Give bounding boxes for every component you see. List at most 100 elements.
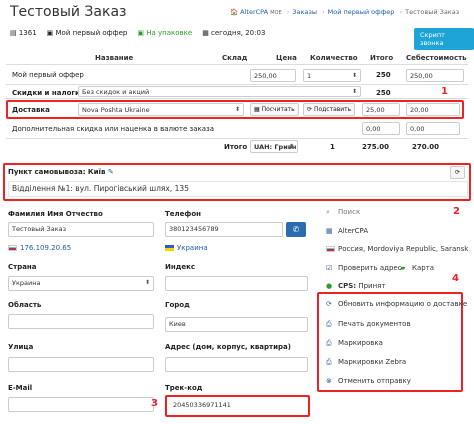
apply-button[interactable]: ⟳ Подставить <box>303 103 356 116</box>
street-input[interactable] <box>8 357 154 372</box>
fio-label: Фамилия Имя Отчество <box>8 210 103 218</box>
russia-flag-icon <box>8 245 17 251</box>
zebra-icon: ⎙ <box>326 358 332 366</box>
footer-cost: 270.00 <box>412 143 440 151</box>
pickup-label: Пункт самовывоза: Київ ✎ <box>8 168 114 176</box>
phone-icon: ✆ <box>292 225 300 234</box>
product-cost-input[interactable]: 250,00 <box>406 69 464 82</box>
call-button[interactable]: ✆ <box>286 222 306 237</box>
footer-total-label: Итого <box>224 143 248 151</box>
product-qty-select[interactable]: 1 <box>303 69 361 82</box>
col-price: Цена <box>276 54 297 62</box>
product-total: 250 <box>376 71 391 79</box>
breadcrumb: 🏠 AlterCPA MOE › Заказы › Мой первый оффер… <box>230 8 460 16</box>
region-input[interactable] <box>8 314 154 329</box>
col-warehouse: Склад <box>222 54 248 62</box>
tag-icon: ⎙ <box>326 339 332 347</box>
breadcrumb-home-suffix: MOE <box>270 10 282 16</box>
check-address-link[interactable]: ☑ Проверить адрес <box>326 264 402 272</box>
extra-label: Дополнительная скидка или наценка в валю… <box>12 125 215 133</box>
zebra-labels-link[interactable]: ⎙ Маркировки Zebra <box>326 358 406 367</box>
refresh-icon: ⟳ <box>455 169 461 176</box>
phone-input[interactable]: 380123456789 <box>165 222 283 237</box>
ukraine-flag-icon <box>165 245 174 251</box>
map-icon: ▰ <box>400 264 406 272</box>
discounts-total: 250 <box>376 89 391 97</box>
sidebar-geo: Россия, Mordoviya Republic, Saransk <box>326 245 468 253</box>
address-label: Адрес (дом, корпус, квартира) <box>165 343 291 351</box>
labeling-link[interactable]: ⎙ Маркировка <box>326 339 383 348</box>
offer-icon: ▣ <box>46 29 56 37</box>
order-info-bar: ▤ 1361 ▣ Мой первый оффер ▣ На упаковке … <box>10 29 265 37</box>
page-title: Тестовый Заказ <box>10 4 127 20</box>
check-icon: ☑ <box>326 264 333 272</box>
delivery-cost-input[interactable]: 20,00 <box>406 103 460 116</box>
delivery-label: Доставка <box>12 106 50 114</box>
sidebar-search[interactable]: ⌕ Поиск <box>326 208 360 217</box>
pickup-refresh-button[interactable]: ⟳ <box>450 166 466 179</box>
breadcrumb-orders[interactable]: Заказы <box>292 8 317 16</box>
edit-icon[interactable]: ✎ <box>108 168 114 176</box>
cancel-shipment-link[interactable]: ⊗ Отменить отправку <box>326 377 411 385</box>
discount-select[interactable]: Без скидок и акций <box>78 86 361 97</box>
home-icon[interactable]: 🏠 <box>230 8 238 16</box>
update-delivery-info-link[interactable]: ⟳ Обновить информацию о доставке <box>326 300 467 308</box>
track-input[interactable]: 20450336971141 <box>170 399 305 413</box>
order-date: ▦ сегодня, 20:03 <box>202 29 266 37</box>
city-input[interactable]: Киев <box>165 317 308 332</box>
calendar-icon: ▦ <box>202 29 212 37</box>
annotation-1: 1 <box>441 86 448 97</box>
refresh-icon: ⟳ <box>326 300 332 308</box>
delivery-service-select[interactable]: Nova Poshta Ukraine <box>78 103 244 116</box>
building-icon: ▦ <box>326 227 333 235</box>
product-name: Мой первый оффер <box>12 71 84 79</box>
order-status: ▣ На упаковке <box>137 29 193 37</box>
annotation-3: 3 <box>151 398 158 409</box>
id-card-icon: ▤ <box>10 29 19 37</box>
currency-select[interactable]: UAH: Гривн <box>250 140 298 153</box>
pickup-point-input[interactable]: Відділення №1: вул. Пирогівський шлях, 1… <box>8 181 468 197</box>
email-label: E-Mail <box>8 384 33 392</box>
callback-script-button[interactable]: Скрипт звонка <box>414 28 474 50</box>
fio-input[interactable]: Тестовый Заказ <box>8 222 154 237</box>
map-link[interactable]: ▰ Карта <box>400 264 434 272</box>
cancel-icon: ⊗ <box>326 377 332 385</box>
phone-label: Телефон <box>165 210 201 218</box>
extra-price-input[interactable]: 0,00 <box>362 122 400 135</box>
annotation-4: 4 <box>452 273 459 284</box>
search-icon: ⌕ <box>326 208 330 216</box>
footer-qty: 1 <box>330 143 335 151</box>
annotation-2: 2 <box>453 206 460 217</box>
status-icon: ▣ <box>137 29 147 37</box>
cps-icon: ● <box>326 282 333 290</box>
ip-address[interactable]: 176.109.20.65 <box>8 244 71 252</box>
breadcrumb-home[interactable]: AlterCPA <box>240 8 268 16</box>
region-label: Область <box>8 301 42 309</box>
city-label: Город <box>165 301 190 309</box>
cps-status: ● CPS: Принят <box>326 282 386 290</box>
breadcrumb-offer[interactable]: Мой первый оффер <box>328 8 395 16</box>
print-documents-link[interactable]: ⎙ Печать документов <box>326 320 411 329</box>
email-input[interactable] <box>8 397 154 412</box>
product-price-input[interactable]: 250,00 <box>250 69 296 82</box>
sidebar-company: ▦ AlterCPA <box>326 227 369 235</box>
print-icon: ⎙ <box>326 320 332 328</box>
discounts-label: Скидки и налоги <box>12 89 80 97</box>
breadcrumb-current: Тестовый Заказ <box>405 8 460 16</box>
order-offer: ▣ Мой первый оффер <box>46 29 128 37</box>
track-label: Трек-код <box>165 384 203 392</box>
delivery-price-input[interactable]: 25,00 <box>362 103 400 116</box>
index-input[interactable] <box>165 276 308 291</box>
col-cost: Себестоимость <box>406 54 467 62</box>
calculator-icon: ▦ <box>254 106 262 113</box>
street-label: Улица <box>8 343 34 351</box>
refresh-icon: ⟳ <box>307 106 314 113</box>
calculate-button[interactable]: ▦ Посчитать <box>250 103 299 116</box>
col-name: Название <box>95 54 134 62</box>
address-input[interactable] <box>165 357 308 372</box>
country-select[interactable]: Украина <box>8 276 154 291</box>
footer-total: 275.00 <box>362 143 390 151</box>
col-qty: Количество <box>310 54 358 62</box>
extra-cost-input[interactable]: 0,00 <box>406 122 460 135</box>
order-id: ▤ 1361 <box>10 29 37 37</box>
